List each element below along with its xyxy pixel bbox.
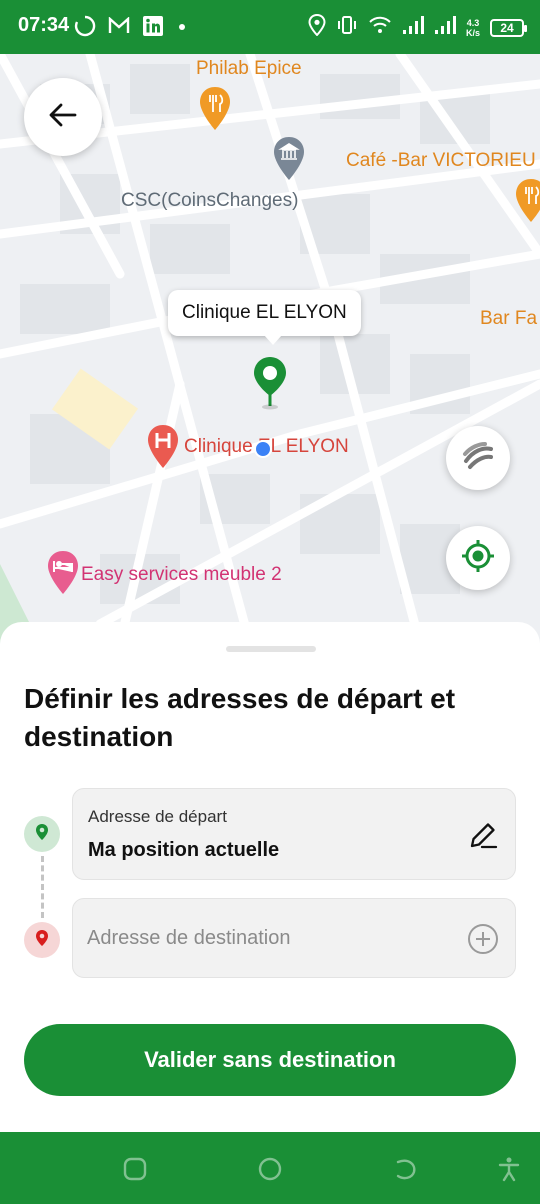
destination-address-field[interactable] <box>72 898 516 978</box>
poi-label-philab-epice[interactable]: Philab Epice <box>196 58 302 80</box>
status-time: 07:34 <box>18 14 70 36</box>
dot-icon <box>176 20 188 38</box>
add-circle-icon[interactable] <box>467 923 499 960</box>
start-address-label: Adresse de départ <box>88 807 227 826</box>
poi-label-cafe-bar[interactable]: Café -Bar VICTORIEU <box>346 150 536 172</box>
recent-apps-icon[interactable] <box>120 1154 150 1184</box>
home-icon[interactable] <box>255 1154 285 1184</box>
loading-circle-icon <box>74 15 96 42</box>
poi-label-easy-services[interactable]: Easy services meuble 2 <box>81 564 282 586</box>
gmail-icon <box>108 16 130 40</box>
crosshair-location-icon <box>460 538 496 579</box>
arrow-left-icon <box>49 103 77 132</box>
signal-icon <box>434 15 456 40</box>
selected-place-callout[interactable]: Clinique EL ELYON <box>168 290 361 345</box>
validate-without-destination-button[interactable]: Valider sans destination <box>24 1024 516 1096</box>
start-address-field[interactable]: Adresse de départ Ma position actuelle <box>72 788 516 880</box>
restaurant-pin-icon[interactable] <box>198 86 232 137</box>
back-button[interactable] <box>24 78 102 156</box>
wifi-icon <box>368 15 392 40</box>
location-icon <box>308 13 326 41</box>
restaurant-pin-icon[interactable] <box>514 178 540 229</box>
accessibility-icon[interactable] <box>494 1154 524 1184</box>
battery-icon: 24 <box>490 18 527 37</box>
destination-address-input[interactable] <box>87 899 447 977</box>
edit-pencil-icon[interactable] <box>467 819 499 856</box>
battery-level: 24 <box>500 20 514 35</box>
sheet-drag-handle[interactable] <box>226 646 316 652</box>
current-location-dot <box>254 440 272 458</box>
vibrate-icon <box>336 14 358 41</box>
status-bar: 07:34 4.3 K/s 24 <box>0 0 540 54</box>
destination-marker <box>24 922 60 958</box>
poi-label-csc[interactable]: CSC(CoinsChanges) <box>121 190 298 212</box>
hotel-pin-icon[interactable] <box>46 550 80 601</box>
poi-label-bar[interactable]: Bar Fa <box>480 308 537 330</box>
signal-icon <box>402 15 424 40</box>
red-pin-icon <box>35 929 49 952</box>
hospital-pin-icon[interactable] <box>146 424 180 475</box>
linkedin-icon <box>142 15 164 42</box>
globe-layers-icon <box>461 439 495 478</box>
address-bottom-sheet: Définir les adresses de départ et destin… <box>0 622 540 1132</box>
destination-marker-icon[interactable] <box>252 356 288 415</box>
start-address-value: Ma position actuelle <box>88 839 280 861</box>
map-layers-button[interactable] <box>446 426 510 490</box>
back-nav-icon[interactable] <box>390 1154 420 1184</box>
sheet-title: Définir les adresses de départ et destin… <box>24 683 456 752</box>
network-speed-unit: K/s <box>465 27 480 38</box>
green-pin-icon <box>35 823 49 846</box>
network-speed-value: 4.3 <box>466 17 480 28</box>
network-speed: 4.3 K/s <box>466 18 480 38</box>
route-connector <box>41 856 44 918</box>
bank-pin-icon[interactable] <box>272 136 306 187</box>
start-marker <box>24 816 60 852</box>
map-view[interactable]: Philab Epice Café -Bar VICTORIEU CSC(Coi… <box>0 54 540 644</box>
recenter-location-button[interactable] <box>446 526 510 590</box>
system-navigation-bar <box>0 1132 540 1204</box>
